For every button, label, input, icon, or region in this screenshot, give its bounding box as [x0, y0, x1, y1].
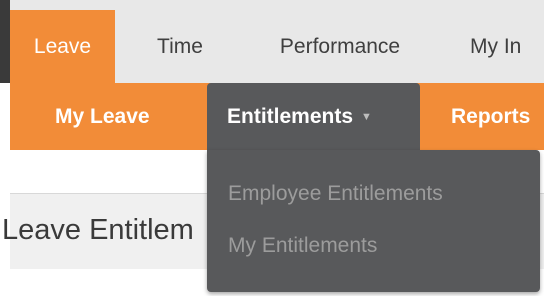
sub-nav-entitlements-label: Entitlements	[227, 105, 354, 128]
sub-nav-my-leave[interactable]: My Leave	[55, 83, 150, 150]
main-tab-my-info[interactable]: My In	[470, 10, 544, 83]
main-tab-leave[interactable]: Leave	[10, 10, 115, 83]
entitlements-dropdown-menu: Employee Entitlements My Entitlements	[207, 150, 540, 292]
chevron-down-icon: ▼	[361, 110, 372, 123]
sub-nav-reports[interactable]: Reports	[451, 83, 544, 150]
sub-nav-entitlements[interactable]: Entitlements ▼	[207, 83, 420, 150]
main-tab-performance[interactable]: Performance	[240, 10, 440, 83]
main-tab-time[interactable]: Time	[140, 10, 220, 83]
left-border	[0, 0, 10, 83]
dropdown-item-my-entitlements[interactable]: My Entitlements	[228, 234, 377, 258]
dropdown-item-employee-entitlements[interactable]: Employee Entitlements	[228, 182, 443, 206]
page-title: Leave Entitlem	[2, 214, 194, 246]
